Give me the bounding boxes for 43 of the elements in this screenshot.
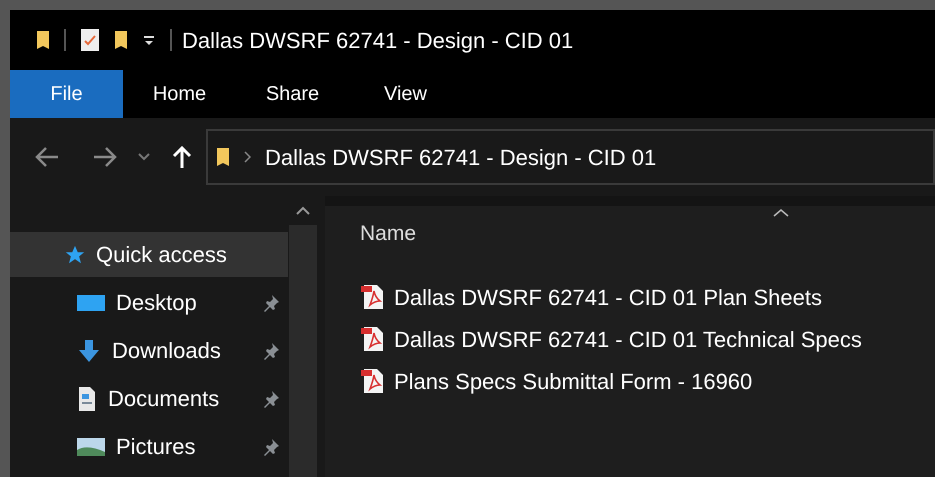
checkmark-icon[interactable] [80, 28, 100, 52]
navigation-label: Quick access [96, 241, 228, 269]
pin-icon[interactable] [262, 438, 280, 456]
navigation-label: Desktop [116, 289, 198, 317]
forward-arrow-icon[interactable] [92, 146, 118, 168]
monitor-icon [76, 292, 106, 312]
navigation-item[interactable]: Pictures [10, 424, 288, 469]
chevron-down-icon[interactable] [138, 153, 150, 161]
file-name[interactable]: Dallas DWSRF 62741 - CID 01 Technical Specs [394, 322, 862, 356]
address-bar[interactable]: Dallas DWSRF 62741 - Design - CID 01 [206, 129, 935, 185]
chevron-right-icon [244, 151, 251, 163]
ribbon-tab[interactable]: File [10, 70, 123, 118]
pin-icon[interactable] [262, 294, 280, 312]
address-path: Dallas DWSRF 62741 - Design - CID 01 [265, 144, 656, 172]
sort-up-icon [773, 208, 789, 217]
folder-icon[interactable] [36, 30, 50, 50]
folder-icon[interactable] [216, 147, 230, 167]
pin-icon[interactable] [262, 342, 280, 360]
navigation-label: Downloads [112, 337, 222, 365]
pdf-file-icon [360, 367, 386, 395]
pdf-file-icon [360, 283, 386, 311]
navigation-item[interactable]: Desktop [10, 280, 288, 325]
file-name[interactable]: Plans Specs Submittal Form - 16960 [394, 364, 752, 398]
pdf-file-icon [360, 325, 386, 353]
star-icon [64, 244, 86, 266]
column-header[interactable]: Name [360, 218, 416, 250]
back-arrow-icon[interactable] [34, 146, 60, 168]
picture-icon [76, 436, 106, 458]
pin-icon[interactable] [262, 390, 280, 408]
down-arrow-icon [76, 338, 102, 364]
dropdown-icon[interactable] [142, 33, 156, 47]
scrollbar-track[interactable] [289, 225, 317, 477]
window-title: Dallas DWSRF 62741 - Design - CID 01 [182, 26, 574, 55]
document-icon [76, 386, 98, 412]
navigation-label: Pictures [116, 433, 196, 461]
navigation-label: Documents [108, 385, 220, 413]
file-name[interactable]: Dallas DWSRF 62741 - CID 01 Plan Sheets [394, 280, 822, 314]
navigation-item[interactable]: Quick access [10, 232, 288, 277]
up-arrow-icon[interactable] [172, 145, 192, 169]
folder-icon[interactable] [114, 30, 128, 50]
scroll-up-icon[interactable] [296, 206, 310, 215]
navigation-item[interactable]: Downloads [10, 328, 288, 373]
navigation-item[interactable]: Documents [10, 376, 288, 421]
